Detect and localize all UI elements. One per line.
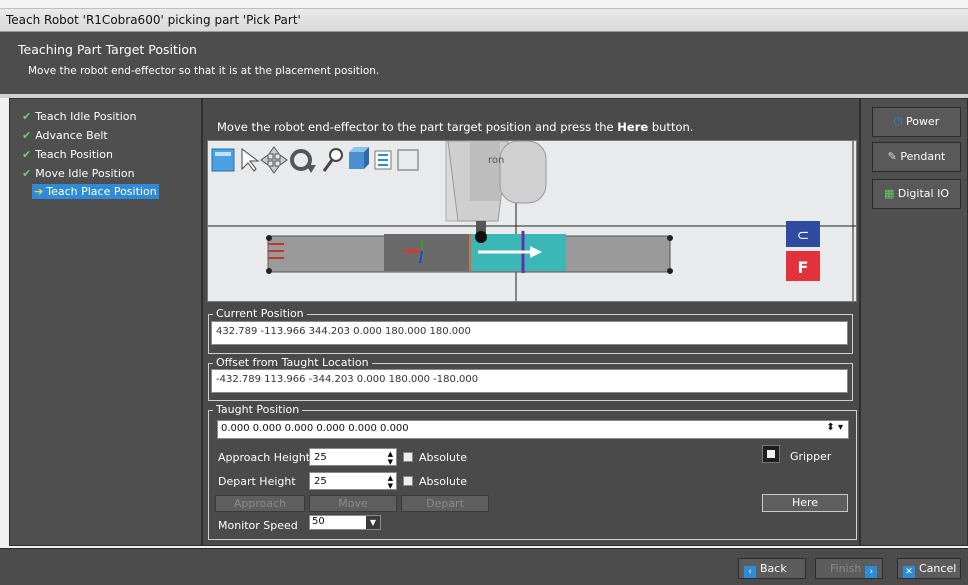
gripper-icon [767,450,775,458]
taught-position-value: 0.000 0.000 0.000 0.000 0.000 0.000 [221,423,409,434]
monitor-speed-value: 50 [312,516,325,527]
wizard-header: Teaching Part Target Position Move the r… [0,32,968,94]
instruction-part: button. [648,120,694,134]
spin-dropdown-icon: ⬍ ▾ [826,422,843,433]
gripper-toggle[interactable] [762,445,780,463]
depart-height-label: Depart Height [218,475,296,488]
stepper-value: 25 [314,476,327,487]
back-button[interactable]: ‹ Back [738,558,806,579]
scene-svg: ron ⊂ F [208,141,856,301]
approach-height-label: Approach Height [218,451,311,464]
group-legend: Offset from Taught Location [213,356,372,369]
approach-absolute-checkbox[interactable] [403,452,413,462]
back-label: Back [760,562,787,575]
step-move-idle-position[interactable]: ✔ Move Idle Position [22,167,135,180]
step-teach-position[interactable]: ✔ Teach Position [22,148,113,161]
svg-text:F: F [798,258,809,277]
digital-io-button[interactable]: ▦ Digital IO [872,179,961,209]
check-icon: ✔ [22,167,32,180]
monitor-speed-label: Monitor Speed [218,519,298,532]
approach-height-stepper[interactable]: 25 ▲ ▼ [309,448,397,466]
move-button[interactable]: Move [309,495,397,512]
instruction-part: Move the robot end-effector to the part … [217,120,618,134]
approach-absolute-label: Absolute [419,451,468,464]
check-icon: ✔ [22,110,32,123]
depart-absolute-checkbox[interactable] [403,476,413,486]
check-icon: ✔ [22,148,32,161]
pendant-button[interactable]: ✎ Pendant [872,142,961,172]
list-icon [374,150,392,170]
back-arrow-icon: ‹ [744,566,756,578]
pendant-label: Pendant [900,150,946,163]
box-view-icon [349,147,369,169]
current-position-field[interactable]: 432.789 -113.966 344.203 0.000 180.000 1… [211,321,848,345]
monitor-speed-select[interactable]: 50 ▼ [309,515,381,530]
depart-height-stepper[interactable]: 25 ▲ ▼ [309,472,397,490]
step-subtitle: Move the robot end-effector so that it i… [28,65,380,77]
finish-label: Finish [830,562,862,575]
cancel-label: Cancel [919,562,957,575]
step-label: Teach Position [35,148,113,161]
step-label: Teach Place Position [46,185,157,198]
steps-panel [9,98,202,546]
window-titlebar: Teach Robot 'R1Cobra600' picking part 'P… [0,8,968,32]
group-legend: Taught Position [213,403,303,416]
3d-viewport[interactable]: ron ⊂ F [207,140,857,302]
part-block [384,234,472,271]
step-label: Advance Belt [35,129,108,142]
step-label: Move Idle Position [35,167,135,180]
gripper-label: Gripper [790,450,832,463]
power-icon: ⏻ [893,115,903,128]
digital-io-icon: ▦ [884,187,895,200]
cancel-button[interactable]: ✕ Cancel [897,558,961,579]
svg-text:⊂: ⊂ [797,226,810,244]
check-icon: ✔ [22,129,32,142]
offset-field[interactable]: -432.789 113.966 -344.203 0.000 180.000 … [211,369,848,393]
instruction-text: Move the robot end-effector to the part … [217,120,693,134]
step-label: Teach Idle Position [35,110,137,123]
taught-position-select[interactable]: 0.000 0.000 0.000 0.000 0.000 0.000 ⬍ ▾ [217,420,849,439]
digital-io-label: Digital IO [897,187,949,200]
top-strip [0,0,968,8]
window-title: Teach Robot 'R1Cobra600' picking part 'P… [6,13,301,27]
power-button[interactable]: ⏻ Power [872,107,961,137]
chevron-down-icon[interactable]: ▼ [366,516,380,529]
step-title: Teaching Part Target Position [18,42,197,57]
finish-arrow-icon: › [865,566,878,578]
close-icon: ✕ [903,566,915,578]
step-teach-place-position[interactable]: ➔ Teach Place Position [32,184,159,199]
depart-button[interactable]: Depart [401,495,489,512]
instruction-bold: Here [617,120,649,134]
finish-button[interactable]: Finish › [815,558,883,579]
power-label: Power [905,115,940,128]
group-legend: Current Position [213,307,307,320]
arrow-right-icon: ➔ [34,185,44,198]
step-advance-belt[interactable]: ✔ Advance Belt [22,129,108,142]
stepper-arrows-icon[interactable]: ▲ ▼ [388,474,393,490]
step-teach-idle-position[interactable]: ✔ Teach Idle Position [22,110,136,123]
here-button[interactable]: Here [762,494,848,512]
stepper-arrows-icon[interactable]: ▲ ▼ [388,450,393,466]
stepper-value: 25 [314,452,327,463]
svg-text:ron: ron [488,155,504,166]
depart-absolute-label: Absolute [419,475,468,488]
approach-button[interactable]: Approach [215,495,305,512]
pendant-icon: ✎ [887,150,897,163]
